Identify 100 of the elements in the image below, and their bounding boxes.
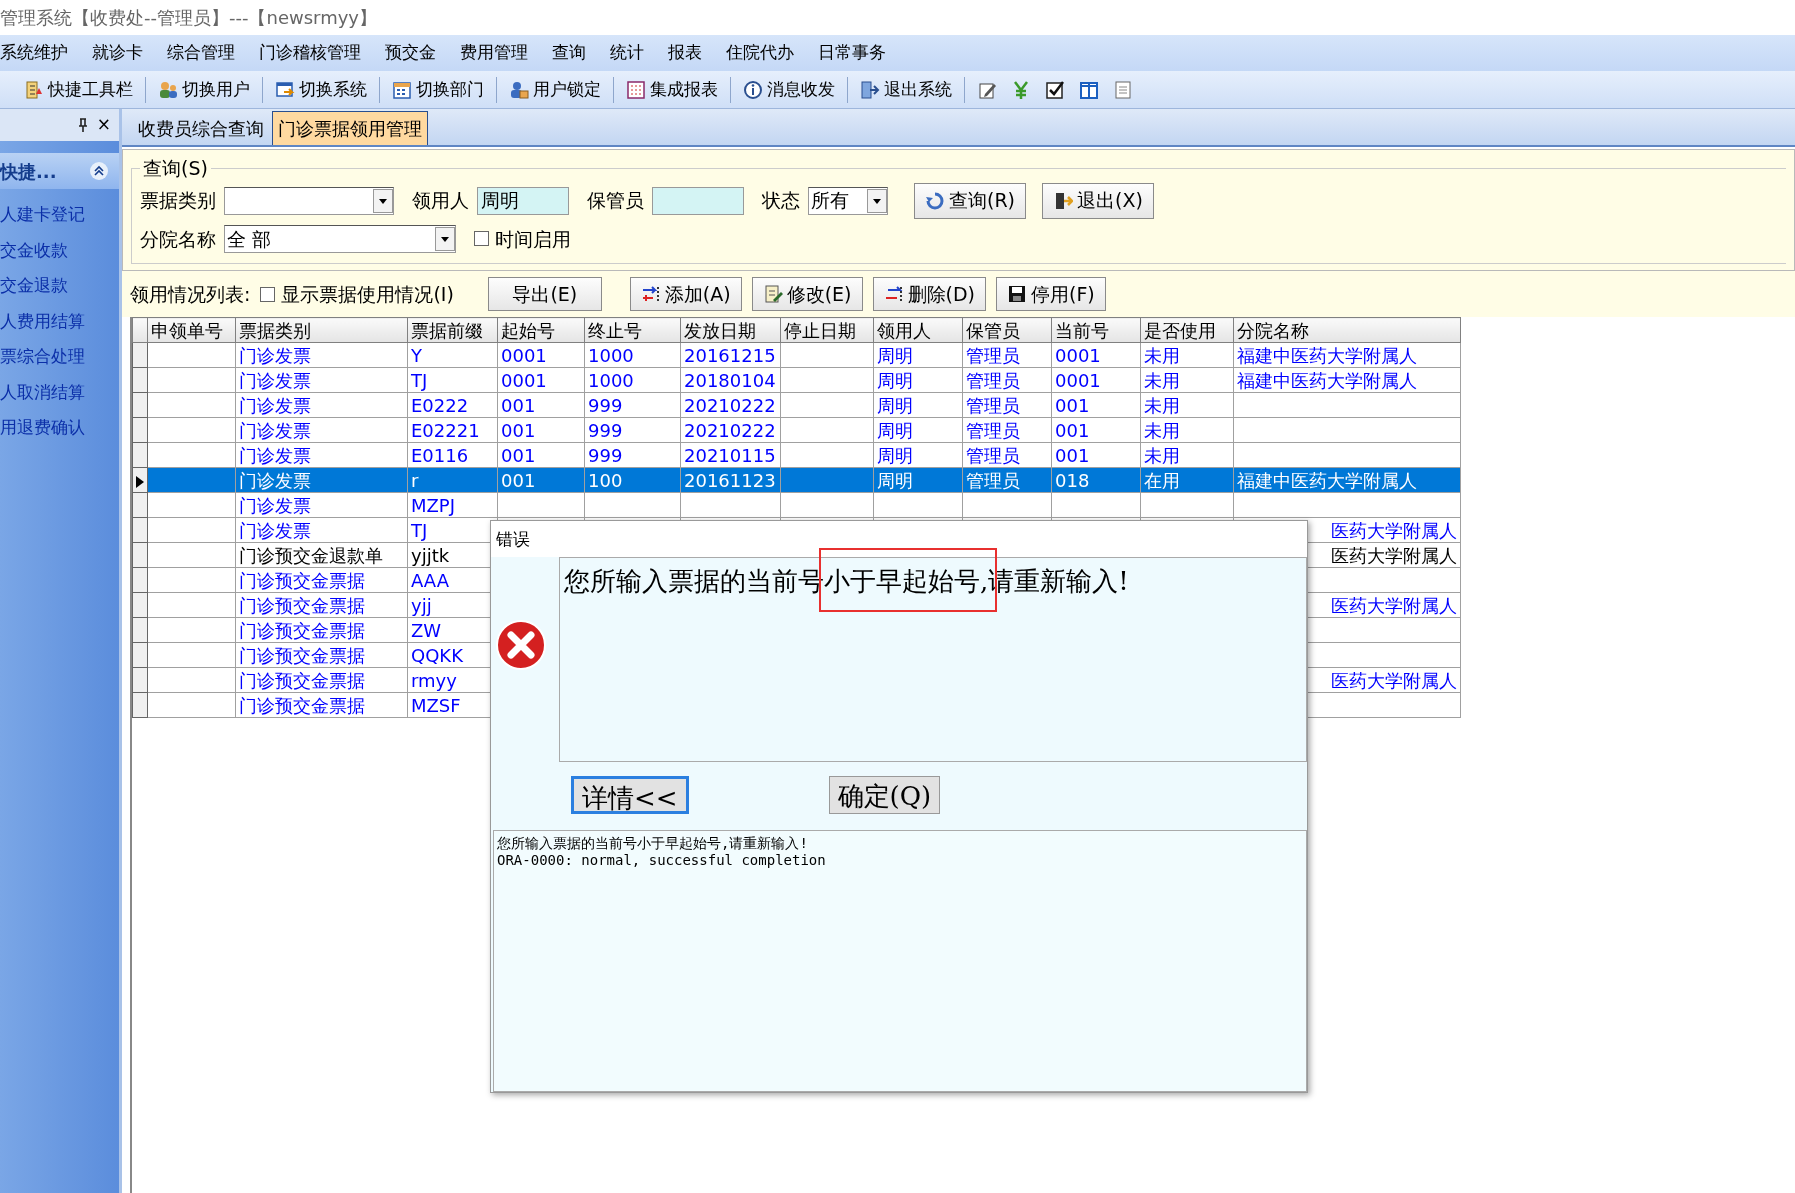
calendar-icon — [392, 79, 412, 100]
edit-document-icon — [762, 284, 783, 304]
table-cell: 20180104 — [680, 367, 781, 393]
select-field[interactable]: 所有 — [808, 186, 888, 215]
button[interactable]: 删除(D) — [872, 277, 986, 311]
menu-item[interactable]: 报表 — [668, 40, 714, 66]
row-pointer-icon — [135, 474, 145, 489]
table-cell: E0222 — [407, 392, 498, 418]
menu-item[interactable]: 就诊卡 — [92, 40, 155, 66]
menu-item[interactable]: 日常事务 — [818, 40, 898, 66]
button[interactable]: 导出(E) — [487, 277, 602, 311]
table-cell: 100 — [584, 467, 681, 493]
column-header[interactable]: 终止号 — [584, 317, 681, 343]
column-header[interactable]: 起始号 — [497, 317, 585, 343]
toolbar-button[interactable]: 快捷工具栏 — [20, 74, 137, 105]
info-icon — [743, 79, 763, 100]
collapse-icon[interactable] — [89, 161, 109, 181]
table-cell: 20161215 — [680, 342, 781, 368]
column-header[interactable]: 当前号 — [1051, 317, 1141, 343]
table-cell: 周明 — [873, 417, 963, 443]
table-cell: 门诊预交金票据 — [235, 567, 408, 593]
menu-item[interactable]: 费用管理 — [460, 40, 540, 66]
sidebar-item[interactable]: 票综合处理 — [0, 339, 119, 375]
toolbar-button[interactable]: 集成报表 — [622, 74, 722, 105]
table-cell: 福建中医药大学附属人 — [1233, 342, 1461, 368]
close-button[interactable]: × — [96, 112, 111, 138]
column-header[interactable]: 停止日期 — [780, 317, 874, 343]
menu-item[interactable]: 住院代办 — [726, 40, 806, 66]
table-cell: 999 — [584, 417, 681, 443]
table-cell: 未用 — [1140, 342, 1234, 368]
menu-item[interactable]: 查询 — [552, 40, 598, 66]
sidebar-item[interactable]: 人费用结算 — [0, 303, 119, 339]
menu-item[interactable]: 系统维护 — [0, 40, 80, 66]
pin-icon[interactable] — [76, 118, 89, 132]
dialog-button[interactable]: 详情<< — [571, 776, 689, 814]
sidebar-item[interactable]: 用退费确认 — [0, 410, 119, 446]
column-header[interactable]: 票据类别 — [235, 317, 408, 343]
table-cell: 001 — [497, 467, 585, 493]
input-field[interactable] — [652, 186, 744, 215]
toolbar-button[interactable]: 切换系统 — [271, 74, 371, 105]
details-line: ORA-0000: normal, successful completion — [497, 852, 827, 869]
table-cell: 管理员 — [962, 467, 1052, 493]
table-cell: 门诊发票 — [235, 392, 408, 418]
dialog-title: 错误 — [491, 521, 1307, 557]
menu-item[interactable]: 门诊稽核管理 — [259, 40, 373, 66]
table-cell: E0116 — [407, 442, 498, 468]
table-cell: 001 — [1051, 417, 1141, 443]
select-field[interactable]: 全 部 — [224, 224, 456, 253]
button[interactable]: 退出(X) — [1042, 182, 1154, 219]
refresh-icon — [925, 190, 945, 211]
column-header[interactable]: 发放日期 — [680, 317, 781, 343]
table-cell: 0001 — [1051, 367, 1141, 393]
table-cell: 周明 — [873, 367, 963, 393]
column-header[interactable]: 申领单号 — [147, 317, 236, 343]
table-cell: 1000 — [584, 367, 681, 393]
sidebar-item[interactable]: 交金收款 — [0, 232, 119, 268]
toolbar-button[interactable]: 切换用户 — [154, 74, 254, 105]
column-header[interactable]: 是否使用 — [1140, 317, 1234, 343]
menu-item[interactable]: 综合管理 — [167, 40, 247, 66]
tab[interactable]: 门诊票据领用管理 — [272, 111, 428, 145]
toolbar-button[interactable]: 退出系统 — [856, 74, 956, 105]
dialog-button[interactable]: 确定(Q) — [828, 776, 941, 814]
toolbar-button[interactable]: 切换部门 — [388, 74, 488, 105]
select-field[interactable] — [224, 186, 394, 215]
column-header[interactable]: 领用人 — [873, 317, 963, 343]
sidebar-item[interactable]: 人取消结算 — [0, 374, 119, 410]
button[interactable]: 修改(E) — [751, 277, 863, 311]
menu-item[interactable]: 预交金 — [385, 40, 448, 66]
yen-icon[interactable] — [1011, 79, 1031, 100]
columns-icon[interactable] — [1079, 79, 1099, 100]
checkbox[interactable] — [260, 286, 276, 302]
checkbox[interactable] — [474, 231, 489, 247]
table-cell: 门诊发票 — [235, 492, 408, 518]
column-header[interactable]: 分院名称 — [1233, 317, 1461, 343]
toolbar-button[interactable]: 用户锁定 — [505, 74, 605, 105]
toolbar-button[interactable]: 消息收发 — [739, 74, 839, 105]
button[interactable]: 添加(A) — [629, 277, 742, 311]
table-cell: 018 — [1051, 467, 1141, 493]
field-label: 票据类别 — [140, 188, 216, 214]
field-label: 保管员 — [587, 188, 644, 214]
table-cell: 未用 — [1140, 392, 1234, 418]
checkbox-icon[interactable] — [1045, 79, 1065, 100]
sidebar-item[interactable]: 人建卡登记 — [0, 197, 119, 233]
button[interactable]: 停用(F) — [996, 277, 1106, 311]
table-cell: 管理员 — [962, 342, 1052, 368]
list-icon — [24, 79, 44, 100]
table-cell: 门诊发票 — [235, 467, 408, 493]
table-cell: 周明 — [873, 467, 963, 493]
user-lock-icon — [509, 79, 529, 100]
input-field[interactable]: 周明 — [477, 186, 569, 215]
column-header[interactable]: 保管员 — [962, 317, 1052, 343]
button[interactable]: 查询(R) — [914, 182, 1027, 219]
menu-item[interactable]: 统计 — [610, 40, 656, 66]
error-icon — [495, 619, 547, 671]
table-cell: 001 — [497, 392, 585, 418]
column-header[interactable]: 票据前缀 — [407, 317, 498, 343]
table-cell: 管理员 — [962, 442, 1052, 468]
sidebar-item[interactable]: 交金退款 — [0, 268, 119, 304]
window-title: 管理系统【收费处--管理员】---【newsrmyy】 — [0, 6, 378, 30]
tab[interactable]: 收费员综合查询 — [132, 111, 270, 145]
